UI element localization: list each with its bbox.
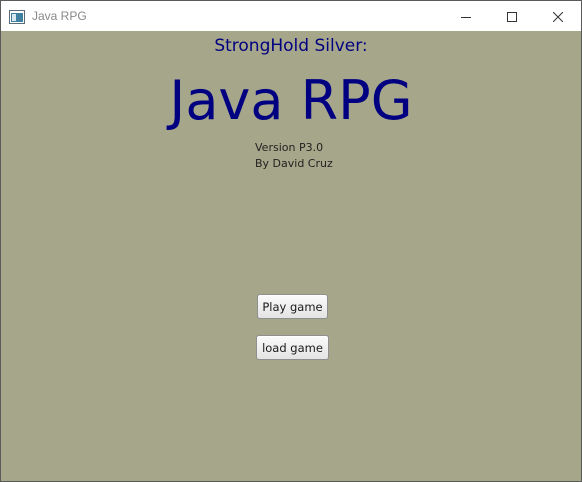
game-menu-panel: StrongHold Silver: Java RPG Version P3.0… xyxy=(1,31,581,481)
version-label: Version P3.0 xyxy=(255,141,324,154)
maximize-icon xyxy=(507,7,517,26)
minimize-button[interactable] xyxy=(443,1,489,31)
game-subtitle: StrongHold Silver: xyxy=(214,36,368,56)
window-title: Java RPG xyxy=(32,9,87,23)
close-button[interactable] xyxy=(535,1,581,31)
window-controls xyxy=(443,1,581,31)
java-window-icon xyxy=(9,9,25,24)
load-game-button[interactable]: load game xyxy=(256,335,329,360)
close-icon xyxy=(552,7,564,26)
game-title: Java RPG xyxy=(169,69,413,132)
title-bar[interactable]: Java RPG xyxy=(1,1,581,31)
play-game-button[interactable]: Play game xyxy=(257,294,328,319)
maximize-button[interactable] xyxy=(489,1,535,31)
app-window: Java RPG StrongHold Silver: Java RPG Ver… xyxy=(0,0,582,482)
minimize-icon xyxy=(461,7,471,26)
game-info: Version P3.0 By David Cruz xyxy=(255,140,333,172)
author-label: By David Cruz xyxy=(255,157,333,170)
